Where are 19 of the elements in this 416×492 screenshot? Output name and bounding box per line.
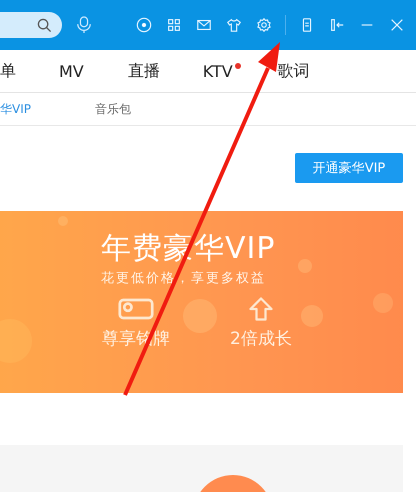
settings-icon[interactable] bbox=[256, 17, 272, 33]
search-icon bbox=[37, 18, 52, 32]
nav-tab[interactable]: 单 bbox=[0, 60, 16, 82]
grid-icon[interactable] bbox=[166, 17, 182, 33]
nav-tab[interactable]: KTV bbox=[202, 62, 233, 80]
sub-tab[interactable]: 音乐包 bbox=[94, 100, 131, 118]
banner-subtitle: 花更低价格，享更多权益 bbox=[101, 270, 266, 287]
microphone-icon[interactable] bbox=[76, 15, 92, 35]
mail-icon[interactable] bbox=[196, 17, 212, 33]
card-icon bbox=[118, 297, 154, 321]
collapse-icon[interactable] bbox=[329, 17, 345, 33]
feature-label: 2倍成长 bbox=[230, 328, 292, 350]
search-field[interactable] bbox=[0, 12, 62, 38]
nav-tab[interactable]: MV bbox=[59, 62, 84, 80]
close-icon[interactable] bbox=[389, 17, 405, 33]
nav-tab[interactable]: 直播 bbox=[128, 60, 160, 82]
disc-icon[interactable] bbox=[136, 17, 152, 33]
nav-tab[interactable]: 歌词 bbox=[278, 60, 310, 82]
shirt-icon[interactable] bbox=[226, 17, 242, 33]
